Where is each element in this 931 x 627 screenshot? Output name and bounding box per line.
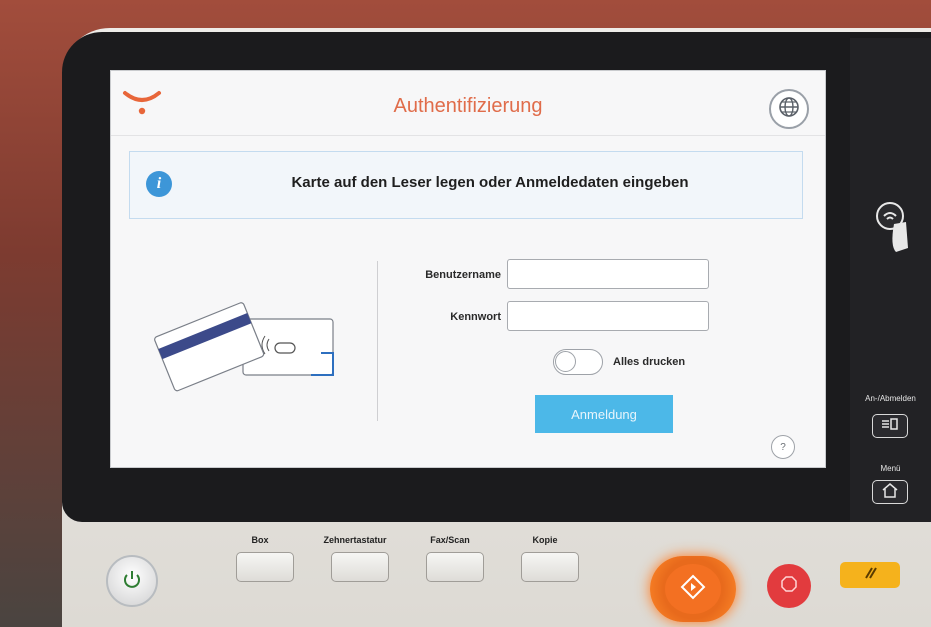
username-label: Benutzername [425,269,501,281]
print-all-toggle[interactable] [553,349,603,375]
help-button[interactable]: ? [771,435,795,459]
touch-screen: Authentifizierung i Karte auf den Leser … [110,70,826,468]
copy-key[interactable] [521,552,579,582]
login-logout-key[interactable] [872,414,908,438]
numpad-key[interactable] [331,552,389,582]
login-button[interactable]: Anmeldung [535,395,673,433]
print-all-label: Alles drucken [613,356,686,368]
power-icon [120,567,144,596]
box-key[interactable] [236,552,294,582]
box-key-label: Box [251,535,269,545]
page-title: Authentifizierung [393,95,543,117]
vertical-divider [377,261,378,421]
login-logout-icon [880,417,900,436]
menu-label: Menü [880,464,901,473]
side-panel [850,38,931,522]
stop-icon [780,575,798,598]
toggle-knob [555,351,576,372]
power-button[interactable] [106,555,158,607]
info-message: Karte auf den Leser legen oder Anmeldeda… [291,174,689,191]
home-icon [881,482,899,503]
password-field[interactable] [507,301,709,331]
start-button[interactable] [650,556,736,622]
reset-icon [861,566,879,585]
fax-scan-key-label: Fax/Scan [430,535,470,545]
top-bar: Authentifizierung [111,71,825,136]
language-button[interactable] [769,89,809,129]
stop-button[interactable] [767,564,811,608]
info-icon: i [146,171,172,197]
nfc-reader-icon [872,196,914,265]
username-field[interactable] [507,259,709,289]
numpad-key-label: Zehnertastatur [323,535,387,545]
globe-icon [778,96,800,123]
menu-key[interactable] [872,480,908,504]
password-label: Kennwort [450,311,501,323]
card-reader-illustration [151,291,351,406]
info-banner: i Karte auf den Leser legen oder Anmelde… [129,151,803,219]
fax-scan-key[interactable] [426,552,484,582]
help-icon: ? [780,441,786,453]
copy-key-label: Kopie [532,535,558,545]
start-icon [679,573,707,606]
start-button-face [665,564,721,614]
reset-button[interactable] [840,562,900,588]
login-logout-label: An-/Abmelden [865,394,916,403]
